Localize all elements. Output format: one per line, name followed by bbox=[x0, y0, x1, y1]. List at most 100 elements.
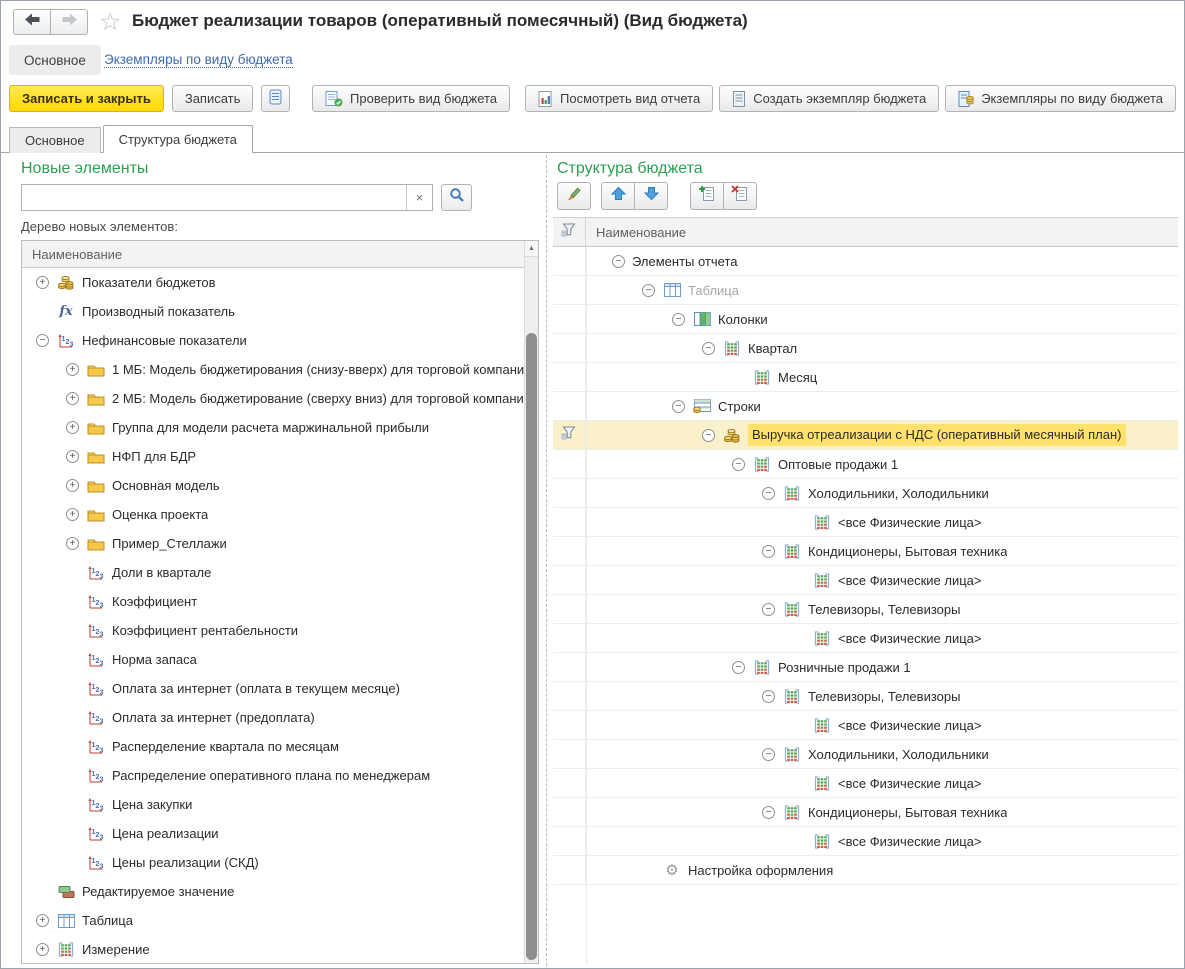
collapse-icon[interactable]: − bbox=[732, 458, 745, 471]
tree-item[interactable]: 123Доли в квартале bbox=[22, 558, 524, 587]
back-button[interactable] bbox=[13, 9, 51, 35]
structure-item[interactable]: <все Физические лица> bbox=[553, 769, 1178, 798]
tree-item[interactable]: 123Цена закупки bbox=[22, 790, 524, 819]
expand-icon[interactable]: + bbox=[66, 479, 79, 492]
save-button[interactable]: Записать bbox=[172, 85, 254, 112]
expand-icon[interactable]: + bbox=[36, 276, 49, 289]
save-close-button[interactable]: Записать и закрыть bbox=[9, 85, 164, 112]
tree-item[interactable]: +2 МБ: Модель бюджетирование (сверху вни… bbox=[22, 384, 524, 413]
collapse-icon[interactable]: − bbox=[732, 661, 745, 674]
command-list-button[interactable] bbox=[261, 85, 290, 112]
tree-item[interactable]: 123Оплата за интернет (предоплата) bbox=[22, 703, 524, 732]
tree-item[interactable]: +Оценка проекта bbox=[22, 500, 524, 529]
structure-item[interactable]: −Квартал bbox=[553, 334, 1178, 363]
tree-item[interactable]: +Основная модель bbox=[22, 471, 524, 500]
expand-icon[interactable]: + bbox=[66, 392, 79, 405]
add-row-button[interactable] bbox=[690, 182, 724, 210]
structure-item[interactable]: −Холодильники, Холодильники bbox=[553, 479, 1178, 508]
structure-item[interactable]: −Кондиционеры, Бытовая техника bbox=[553, 537, 1178, 566]
collapse-icon[interactable]: − bbox=[672, 313, 685, 326]
collapse-icon[interactable]: − bbox=[672, 400, 685, 413]
structure-item[interactable]: −Оптовые продажи 1 bbox=[553, 450, 1178, 479]
instances-by-budget-view-button[interactable]: Экземпляры по виду бюджета bbox=[945, 85, 1176, 112]
search-button[interactable] bbox=[441, 184, 472, 211]
move-up-button[interactable] bbox=[601, 182, 635, 210]
tree-item[interactable]: +НФП для БДР bbox=[22, 442, 524, 471]
tab-main[interactable]: Основное bbox=[9, 127, 101, 153]
tree-item[interactable]: 123Норма запаса bbox=[22, 645, 524, 674]
move-down-button[interactable] bbox=[634, 182, 668, 210]
structure-item[interactable]: −Холодильники, Холодильники bbox=[553, 740, 1178, 769]
tree-item[interactable]: +Группа для модели расчета маржинальной … bbox=[22, 413, 524, 442]
tree-item[interactable]: 123Коэффициент рентабельности bbox=[22, 616, 524, 645]
collapse-icon[interactable]: − bbox=[642, 284, 655, 297]
nav-tab-main[interactable]: Основное bbox=[9, 45, 101, 75]
vertical-scrollbar[interactable]: ▲ bbox=[524, 241, 538, 963]
structure-item[interactable]: <все Физические лица> bbox=[553, 566, 1178, 595]
collapse-icon[interactable]: − bbox=[762, 806, 775, 819]
tree-item[interactable]: +Показатели бюджетов bbox=[22, 268, 524, 297]
expand-icon[interactable]: + bbox=[36, 943, 49, 956]
tab-budget-structure[interactable]: Структура бюджета bbox=[103, 125, 253, 153]
expand-icon[interactable]: + bbox=[66, 450, 79, 463]
expand-icon[interactable]: + bbox=[66, 537, 79, 550]
filter-column-header[interactable] bbox=[553, 218, 586, 246]
forward-button[interactable] bbox=[50, 9, 88, 35]
structure-item[interactable]: <все Физические лица> bbox=[553, 624, 1178, 653]
tree-item[interactable]: +Пример_Стеллажи bbox=[22, 529, 524, 558]
tree-item[interactable]: 123Оплата за интернет (оплата в текущем … bbox=[22, 674, 524, 703]
collapse-icon[interactable]: − bbox=[612, 255, 625, 268]
create-budget-instance-button[interactable]: Создать экземпляр бюджета bbox=[719, 85, 939, 112]
view-report-button[interactable]: Посмотреть вид отчета bbox=[525, 85, 713, 112]
clear-x-icon[interactable]: × bbox=[406, 185, 432, 210]
expand-icon[interactable]: + bbox=[66, 508, 79, 521]
nav-link-instances[interactable]: Экземпляры по виду бюджета bbox=[104, 52, 293, 68]
collapse-icon[interactable]: − bbox=[702, 429, 715, 442]
search-input[interactable] bbox=[22, 185, 406, 210]
structure-item[interactable]: <все Физические лица> bbox=[553, 711, 1178, 740]
collapse-icon[interactable]: − bbox=[36, 334, 49, 347]
right-column-header[interactable]: Наименование bbox=[586, 218, 686, 246]
structure-item[interactable]: −Розничные продажи 1 bbox=[553, 653, 1178, 682]
tree-item[interactable]: Редактируемое значение bbox=[22, 877, 524, 906]
tree-item[interactable]: −123Нефинансовые показатели bbox=[22, 326, 524, 355]
tree-item[interactable]: 123Расперделение квартала по месяцам bbox=[22, 732, 524, 761]
tree-item[interactable]: +Таблица bbox=[22, 906, 524, 935]
collapse-icon[interactable]: − bbox=[702, 342, 715, 355]
panel-splitter[interactable] bbox=[546, 155, 547, 966]
collapse-icon[interactable]: − bbox=[762, 487, 775, 500]
collapse-icon[interactable]: − bbox=[762, 690, 775, 703]
structure-item[interactable]: ⚙Настройка оформления bbox=[553, 856, 1178, 885]
delete-row-button[interactable] bbox=[723, 182, 757, 210]
collapse-icon[interactable]: − bbox=[762, 748, 775, 761]
tree-item[interactable]: fxПроизводный показатель bbox=[22, 297, 524, 326]
edit-button[interactable] bbox=[557, 182, 591, 210]
scrollbar-thumb[interactable] bbox=[526, 333, 537, 960]
structure-item[interactable]: <все Физические лица> bbox=[553, 508, 1178, 537]
structure-item[interactable]: <все Физические лица> bbox=[553, 827, 1178, 856]
structure-item[interactable]: −Кондиционеры, Бытовая техника bbox=[553, 798, 1178, 827]
tree-item[interactable]: 123Распределение оперативного плана по м… bbox=[22, 761, 524, 790]
structure-item[interactable]: Месяц bbox=[553, 363, 1178, 392]
structure-item[interactable]: −Таблица bbox=[553, 276, 1178, 305]
check-budget-view-button[interactable]: Проверить вид бюджета bbox=[312, 85, 510, 112]
collapse-icon[interactable]: − bbox=[762, 603, 775, 616]
left-column-header[interactable]: Наименование bbox=[22, 241, 524, 268]
scroll-up-icon[interactable]: ▲ bbox=[525, 241, 538, 257]
structure-item[interactable]: −Колонки bbox=[553, 305, 1178, 334]
tree-item[interactable]: 123Цены реализации (СКД) bbox=[22, 848, 524, 877]
structure-item[interactable]: −Телевизоры, Телевизоры bbox=[553, 595, 1178, 624]
structure-item[interactable]: −Строки bbox=[553, 392, 1178, 421]
star-icon[interactable]: ☆ bbox=[99, 7, 121, 37]
expand-icon[interactable]: + bbox=[36, 914, 49, 927]
tree-item[interactable]: +Измерение bbox=[22, 935, 524, 963]
expand-icon[interactable]: + bbox=[66, 421, 79, 434]
tree-item[interactable]: 123Коэффициент bbox=[22, 587, 524, 616]
collapse-icon[interactable]: − bbox=[762, 545, 775, 558]
tree-item[interactable]: 123Цена реализации bbox=[22, 819, 524, 848]
structure-item[interactable]: −Телевизоры, Телевизоры bbox=[553, 682, 1178, 711]
tree-item[interactable]: +1 МБ: Модель бюджетирования (снизу-ввер… bbox=[22, 355, 524, 384]
structure-item[interactable]: −Элементы отчета bbox=[553, 247, 1178, 276]
expand-icon[interactable]: + bbox=[66, 363, 79, 376]
structure-item-selected[interactable]: −Выручка отреализации с НДС (оперативный… bbox=[553, 421, 1178, 450]
